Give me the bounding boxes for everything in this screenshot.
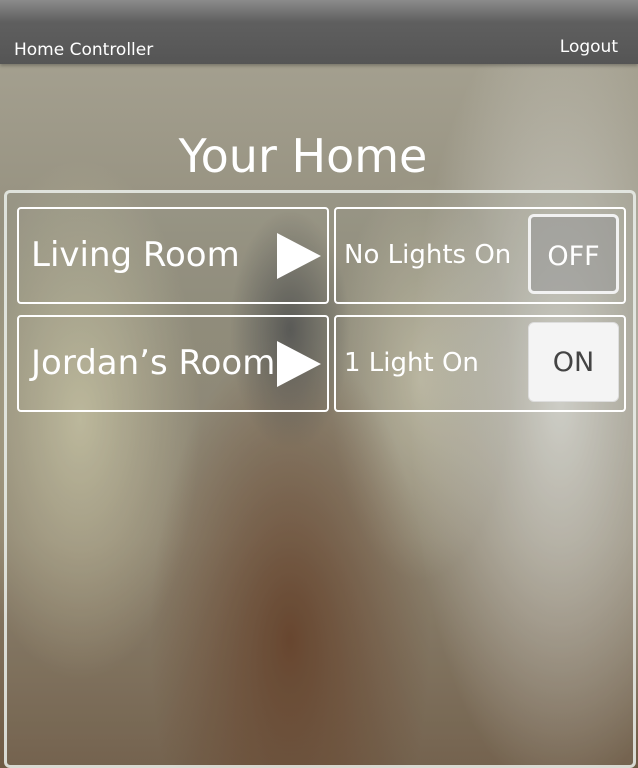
room-name: Living Room [31, 235, 240, 275]
light-status-text: No Lights On [344, 240, 512, 270]
top-bar: Home Controller Logout [0, 0, 638, 64]
light-status-text: 1 Light On [344, 348, 479, 378]
rooms-panel: Living Room No Lights On OFF Jordan’s Ro… [4, 190, 636, 768]
page-title: Your Home [178, 128, 428, 183]
room-button-living-room[interactable]: Living Room [17, 207, 329, 304]
play-icon [277, 341, 321, 387]
light-status-box: 1 Light On ON [334, 315, 626, 412]
light-toggle-off-button[interactable]: OFF [528, 214, 619, 294]
room-name: Jordan’s Room [31, 343, 276, 383]
light-toggle-on-button[interactable]: ON [528, 322, 619, 402]
room-row-living-room: Living Room No Lights On OFF [17, 207, 631, 305]
play-icon [277, 233, 321, 279]
logout-link[interactable]: Logout [560, 37, 618, 57]
light-status-box: No Lights On OFF [334, 207, 626, 304]
room-button-jordans-room[interactable]: Jordan’s Room [17, 315, 329, 412]
room-row-jordans-room: Jordan’s Room 1 Light On ON [17, 315, 631, 413]
app-title: Home Controller [14, 40, 154, 60]
